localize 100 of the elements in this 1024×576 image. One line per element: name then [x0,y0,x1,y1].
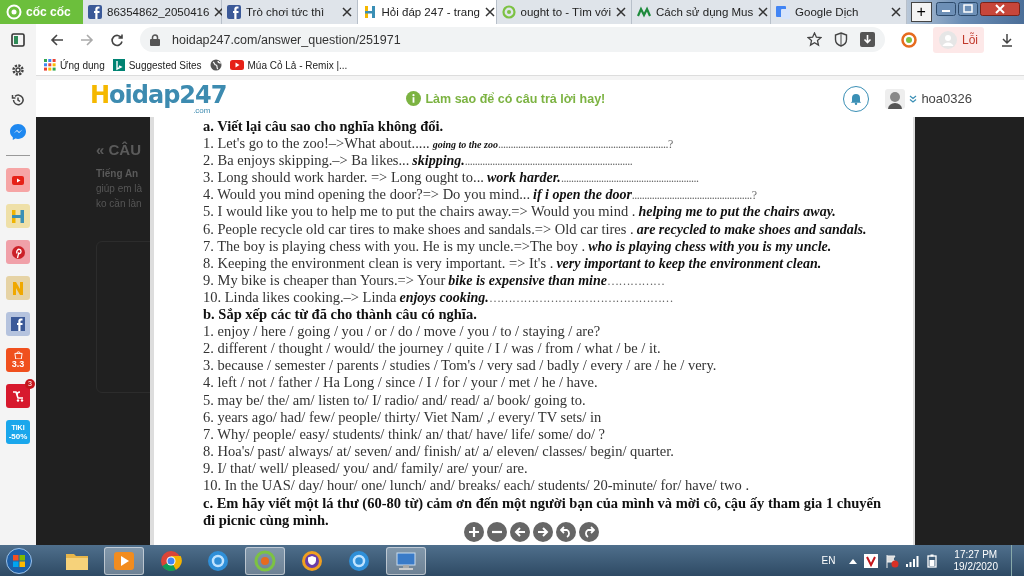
close-icon[interactable] [890,7,901,17]
new-tab-button[interactable]: + [910,2,932,22]
messenger-icon[interactable] [9,123,27,141]
answer-text: skipping. [411,153,465,170]
shield-icon [300,549,324,572]
sendo-app-button[interactable] [6,384,30,408]
star-icon[interactable] [807,32,822,47]
bookmark-item[interactable]: Múa Cỏ Lả - Remix |... [229,59,348,71]
rotate-right-button[interactable] [579,522,599,542]
language-indicator[interactable]: EN [821,555,836,566]
dot-leader: ....................................................... [560,170,699,188]
shield-icon[interactable] [834,32,848,47]
site-logo[interactable]: Hoidap247 .com [90,82,227,115]
exercise-text: 3. because / semester / parents / studies / Tom's / very sad / badly / every / are / he / very. [203,357,718,375]
minimize-icon[interactable] [936,2,956,16]
section-heading: a. Viết lại câu sao cho nghĩa không đổi. [203,118,445,136]
close-icon[interactable] [485,7,495,17]
answer-text: enjoys cooking. [398,289,489,306]
exercise-text: 1. enjoy / here / going / you / or / do / move / you / to / staying / are? [203,323,602,341]
reload-icon[interactable] [110,32,124,47]
download-icon[interactable] [1000,32,1014,47]
facebook-app-button[interactable] [6,312,30,336]
profile-button[interactable]: Lỗi [933,26,984,53]
start-button[interactable] [6,547,32,574]
download-icon[interactable] [860,32,875,47]
section-heading: b. Sắp xếp các từ đã cho thành câu có nghĩa. [203,306,478,324]
close-icon[interactable] [616,7,627,17]
exercise-text: 9. My bike is cheaper than Yours.=> Your [203,271,446,289]
facebook-icon [11,317,25,331]
next-button[interactable] [533,522,553,542]
youtube-app-button[interactable] [6,168,30,192]
cart-icon [11,390,25,402]
settings-icon[interactable] [11,63,25,77]
apps-icon [44,59,56,71]
zoom-in-button[interactable] [464,522,484,542]
subject-text: Tiếng An [96,168,140,179]
extension-icon[interactable] [901,31,917,48]
antivirus-icon[interactable] [863,553,878,568]
bag-icon [13,351,23,359]
avatar-icon [885,88,906,109]
lock-icon [150,33,160,46]
maximize-icon[interactable] [958,2,978,16]
letter-n-icon [12,281,24,295]
chevron-icon [909,94,918,103]
bookmark-item[interactable]: Ứng dụng [44,59,105,71]
sidebar-toggle-icon[interactable] [11,33,25,47]
pin-icon [11,245,25,259]
signal-icon[interactable] [905,554,920,567]
notification-button[interactable] [843,85,870,112]
pinterest-app-button[interactable] [6,240,30,264]
browser-tab[interactable]: Hỏi đáp 247 - trang [357,0,497,24]
battery-icon[interactable] [926,553,937,568]
network-taskbar-button[interactable] [386,546,426,575]
redo-icon [583,526,595,538]
close-icon[interactable] [758,7,769,17]
history-icon[interactable] [11,93,25,107]
address-bar[interactable]: hoidap247.com/answer_question/251971 [140,27,885,52]
flag-icon[interactable] [884,553,899,568]
exercise-text: 9. I/ that/ well/ pleased/ you/ and/ family/ are/ your/ are. [203,459,529,477]
coccoc-taskbar-button[interactable] [245,546,285,575]
exercise-text: 5. may be/ the/ am/ listen to/ I/ radio/ and/ read/ a/ book/ going to. [203,391,587,409]
dot-leader: …………… [607,272,665,290]
rotate-left-button[interactable] [556,522,576,542]
hoidap-app-button[interactable] [6,204,30,228]
ring-icon [253,549,277,572]
zoom-out-button[interactable] [487,522,507,542]
answer-text: bike is expensive than mine [447,272,607,289]
clock[interactable]: 17:27 PM 19/2/2020 [953,548,998,573]
user-menu[interactable]: hoa0326 [885,88,972,109]
arrow-left-icon [514,526,526,538]
back-icon[interactable] [50,32,64,47]
close-icon[interactable] [980,2,1020,16]
info-icon [406,91,422,106]
browser-tab[interactable]: Trò chơi tức thì [222,0,358,24]
play-icon [229,60,244,70]
arrow-right-icon [537,526,549,538]
letter-h-icon [362,5,377,19]
letter-h-icon [12,209,24,223]
sale-label: 3.3 [11,359,25,369]
answer-text: very important to keep the environment clean. [555,255,822,272]
exercise-text: 6. People recycle old car tires to make shoes and sandals.=> Old car tires . [203,220,634,238]
tray-expand-icon[interactable] [848,557,857,564]
play-icon [112,549,136,572]
globe-icon[interactable] [209,59,222,71]
answer-text: work harder. [485,170,561,187]
media-taskbar-button[interactable] [104,546,144,575]
sale-label: -50% [8,431,28,441]
shopee-app-button[interactable]: 3.3 [6,348,30,372]
answer-text: who is playing chess with you is my uncle. [587,238,832,255]
close-icon[interactable] [214,7,225,17]
exercise-text: 10. Linda likes cooking.–> Linda [203,288,397,307]
answer-text: if i open the door [532,187,632,204]
close-icon[interactable] [341,7,352,17]
facebook-icon [88,5,102,19]
bookmark-item[interactable]: Suggested Sites [112,59,202,71]
chrome-icon [159,549,183,572]
exercise-text: 2. different / thought / would/ the journey / quite / I / was / from / what / be / it. [203,340,662,358]
prev-button[interactable] [510,522,530,542]
exercise-text: 6. years ago/ had/ few/ people/ thirty/ Viet Nam/ ,/ every/ TV sets/ in [203,408,603,426]
dot-leader: ................................................? [631,187,757,205]
